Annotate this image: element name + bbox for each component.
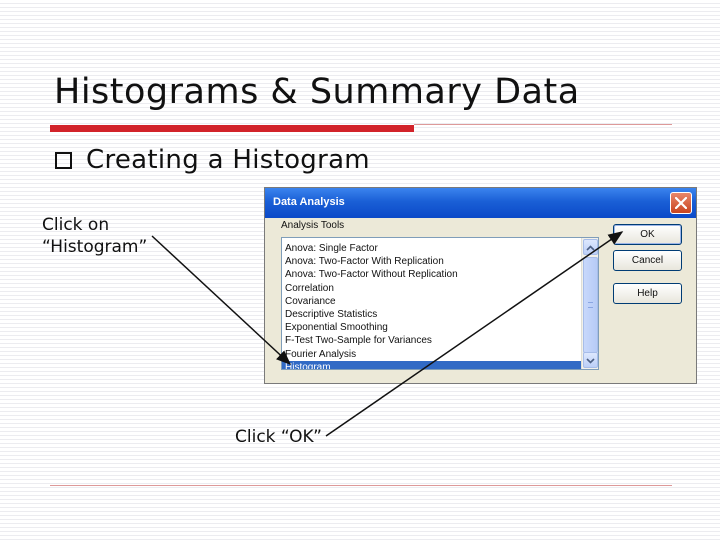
arrow-to-ok [325,231,624,437]
callout-arrows [151,231,624,437]
arrow-to-histogram [151,235,292,366]
